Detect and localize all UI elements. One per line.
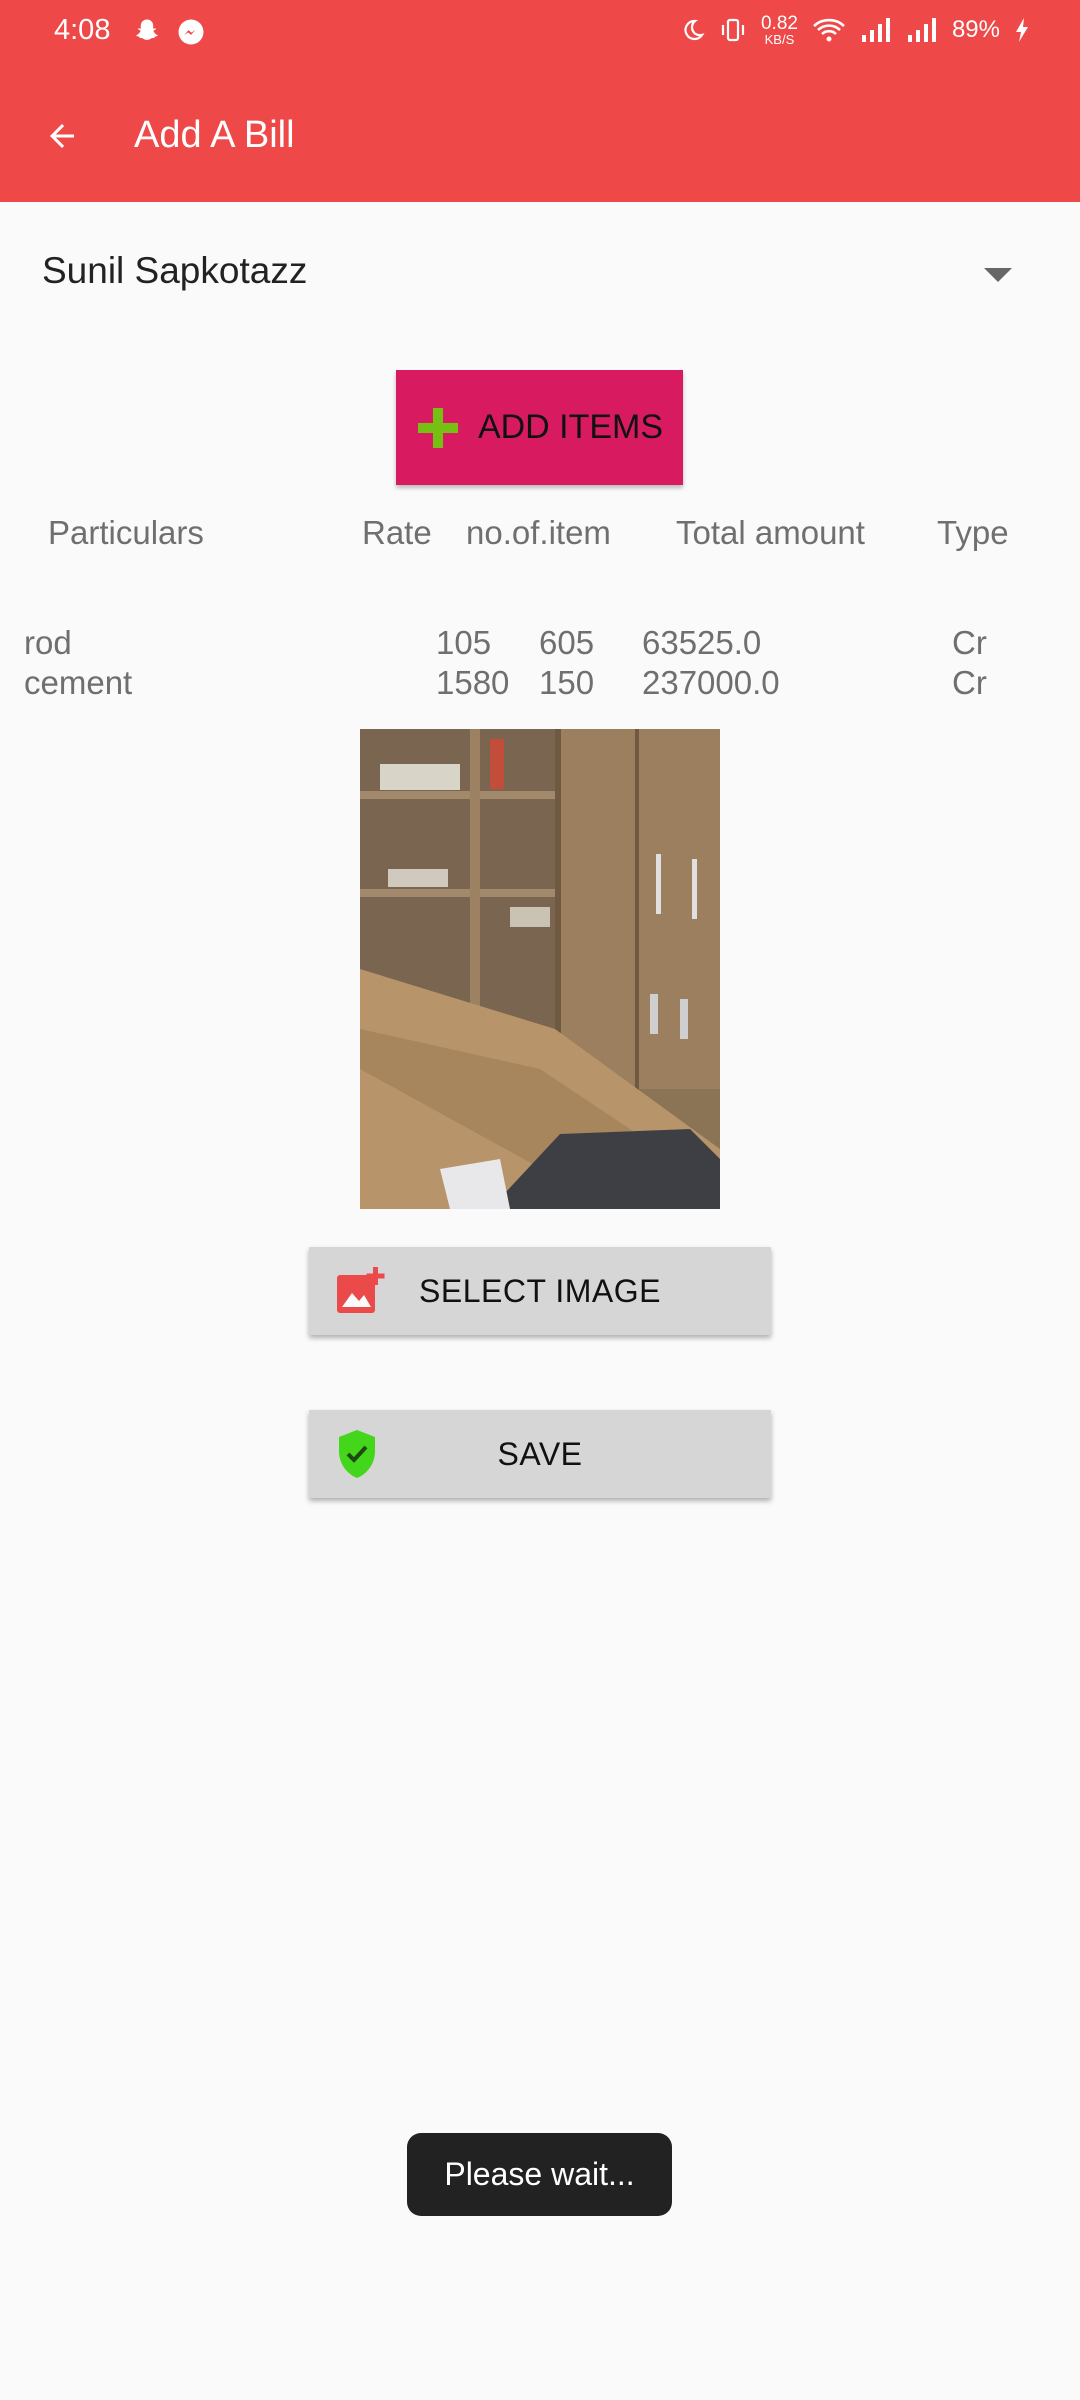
header-type: Type	[937, 514, 1009, 551]
do-not-disturb-moon-icon	[684, 19, 705, 41]
arrow-back-icon	[50, 124, 74, 148]
page-title: Add A Bill	[134, 114, 295, 156]
cell-qty: 150	[539, 664, 595, 701]
cell-total: 237000.0	[642, 664, 780, 701]
cell-rate: 1580	[436, 664, 510, 701]
header-particulars: Particulars	[48, 514, 204, 551]
cell-qty: 605	[539, 624, 595, 661]
select-image-button[interactable]: SELECT IMAGE	[309, 1247, 771, 1335]
signal-icon-2	[907, 18, 936, 42]
messenger-icon	[178, 19, 204, 45]
cell-total: 63525.0	[642, 624, 762, 661]
cell-type: Cr	[952, 624, 987, 661]
header-rate: Rate	[362, 514, 432, 551]
notification-icons	[132, 17, 206, 47]
cell-type: Cr	[952, 664, 987, 701]
header-total: Total amount	[676, 514, 865, 551]
save-label: SAVE	[497, 1435, 583, 1472]
dropdown-arrow-icon	[984, 268, 1012, 282]
signal-icon	[861, 18, 890, 42]
add-items-button[interactable]: ADD ITEMS	[396, 370, 683, 485]
vibrate-icon	[721, 18, 745, 42]
add-items-label: ADD ITEMS	[477, 408, 664, 446]
bill-photo	[360, 729, 720, 1209]
wifi-icon	[813, 18, 845, 42]
plus-icon	[417, 407, 458, 448]
cell-particular: rod	[24, 624, 72, 661]
toast-message: Please wait...	[407, 2133, 672, 2216]
select-image-label: SELECT IMAGE	[419, 1272, 661, 1309]
cell-rate: 105	[436, 624, 492, 661]
back-button[interactable]	[30, 104, 94, 168]
snapchat-icon	[136, 19, 158, 40]
bill-image-preview	[360, 729, 720, 1209]
status-bar: 4:08 0.82 KB/S 89%	[0, 0, 1080, 66]
network-speed: 0.82 KB/S	[760, 13, 798, 47]
account-dropdown[interactable]: Sunil Sapkotazz	[0, 228, 1080, 324]
charging-icon	[1016, 18, 1028, 42]
app-bar: Add A Bill	[0, 66, 1080, 202]
battery-level: 89%	[951, 16, 1000, 43]
account-selected-value: Sunil Sapkotazz	[42, 250, 308, 291]
status-time: 4:08	[54, 14, 111, 46]
header-qty: no.of.item	[466, 514, 611, 551]
cell-particular: cement	[24, 664, 133, 701]
save-button[interactable]: SAVE	[309, 1410, 771, 1498]
system-icons: 0.82 KB/S 89%	[681, 14, 1030, 46]
